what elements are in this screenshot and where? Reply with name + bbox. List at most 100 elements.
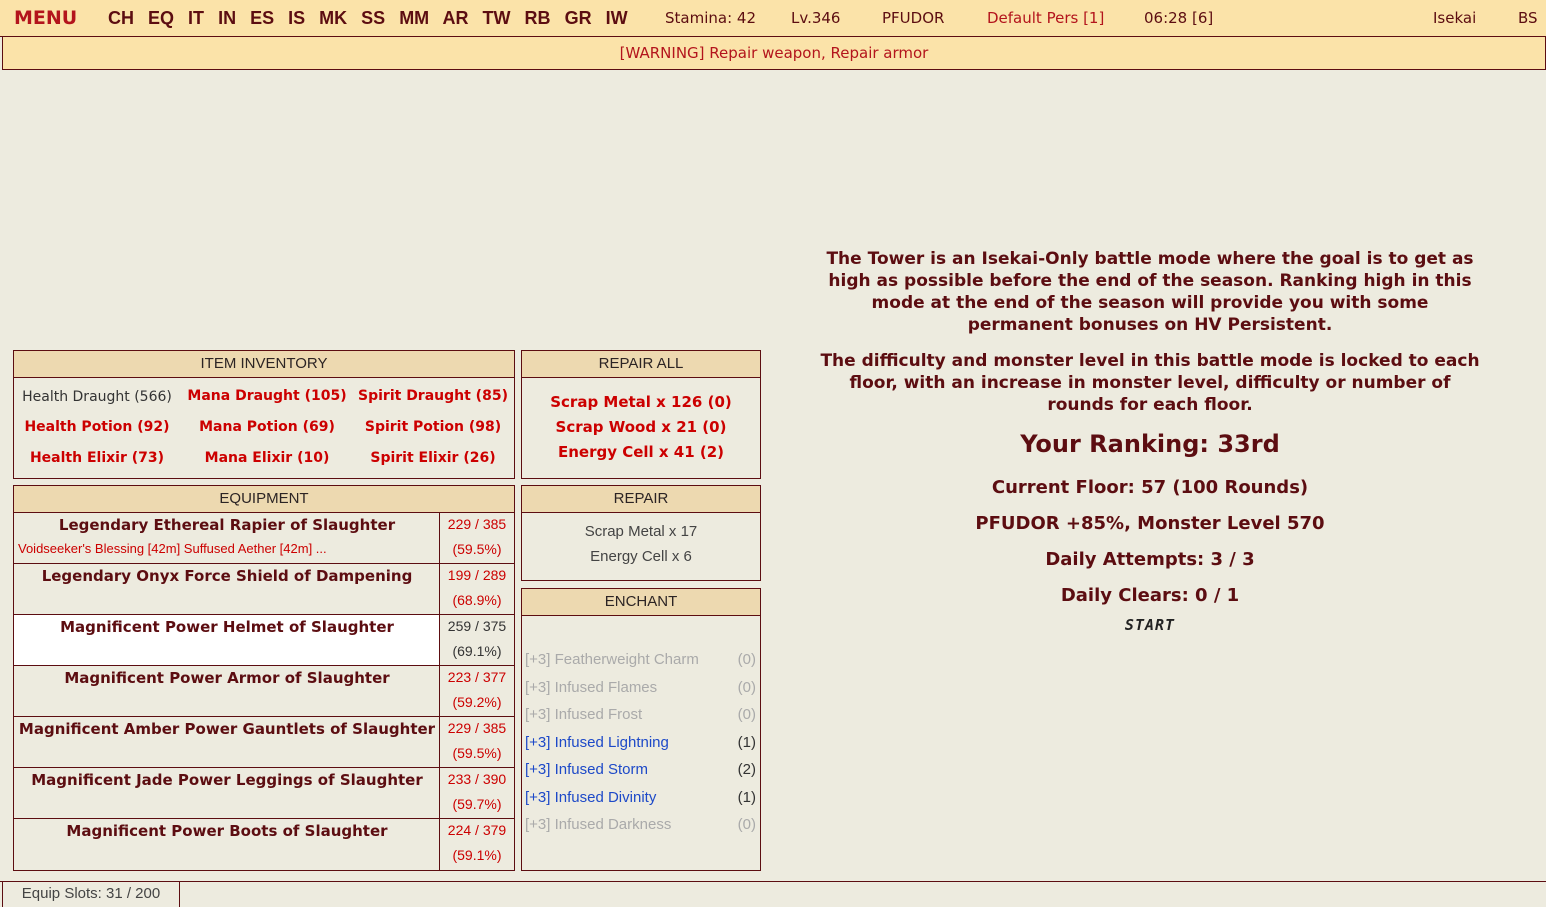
equipment-row[interactable]: Legendary Onyx Force Shield of Dampening… bbox=[14, 564, 514, 615]
enchant-title: ENCHANT bbox=[522, 589, 760, 616]
equipment-condition-percent: (59.1%) bbox=[452, 847, 502, 863]
equipment-row[interactable]: Magnificent Amber Power Gauntlets of Sla… bbox=[14, 717, 514, 768]
warning-banner: [WARNING] Repair weapon, Repair armor bbox=[2, 37, 1546, 70]
repair-all-panel[interactable]: REPAIR ALL Scrap Metal x 126 (0) Scrap W… bbox=[521, 350, 761, 479]
equipment-name: Legendary Onyx Force Shield of Dampening bbox=[41, 567, 413, 585]
enchant-option: [+3] Infused Flames (0) bbox=[522, 675, 760, 703]
equipment-condition-percent: (59.5%) bbox=[452, 541, 502, 557]
repair-panel[interactable]: REPAIR Scrap Metal x 17 Energy Cell x 6 bbox=[521, 485, 761, 581]
daily-attempts: Daily Attempts: 3 / 3 bbox=[1045, 549, 1255, 570]
inventory-item[interactable]: Mana Elixir (10) bbox=[184, 450, 350, 466]
repair-material: Scrap Metal x 17 bbox=[584, 523, 698, 540]
equipment-row[interactable]: Legendary Ethereal Rapier of Slaughter V… bbox=[14, 513, 514, 564]
nav-eq[interactable]: EQ bbox=[148, 8, 174, 28]
daily-clears: Daily Clears: 0 / 1 bbox=[1060, 585, 1240, 606]
enchant-option[interactable]: [+3] Infused Lightning (1) bbox=[522, 730, 760, 758]
equipment-name: Magnificent Power Boots of Slaughter bbox=[66, 822, 388, 840]
difficulty-selector[interactable]: PFUDOR bbox=[882, 0, 944, 37]
ranking-display: Your Ranking: 33rd bbox=[1020, 430, 1280, 458]
nav-ch[interactable]: CH bbox=[108, 8, 134, 28]
enchant-name[interactable]: [+3] Infused Storm bbox=[525, 761, 648, 778]
enchant-count: (1) bbox=[737, 788, 756, 806]
nav-gr[interactable]: GR bbox=[565, 8, 592, 28]
enchant-panel: ENCHANT [+3] Featherweight Charm (0) [+3… bbox=[521, 588, 761, 871]
equipment-condition-percent: (59.7%) bbox=[452, 796, 502, 812]
persona-selector[interactable]: Default Pers [1] bbox=[987, 0, 1104, 37]
nav-in[interactable]: IN bbox=[218, 8, 236, 28]
item-inventory-title: ITEM INVENTORY bbox=[14, 351, 514, 378]
nav-rb[interactable]: RB bbox=[525, 8, 551, 28]
enchant-count: (0) bbox=[737, 816, 756, 833]
nav-shortcuts: CH EQ IT IN ES IS MK SS MM AR TW RB GR I… bbox=[108, 0, 637, 37]
enchant-count: (0) bbox=[737, 678, 756, 696]
nav-mm[interactable]: MM bbox=[399, 8, 429, 28]
tower-info: The Tower is an Isekai-Only battle mode … bbox=[820, 248, 1480, 634]
equipment-name: Magnificent Amber Power Gauntlets of Sla… bbox=[18, 720, 436, 738]
clock-display: 06:28 [6] bbox=[1144, 9, 1214, 27]
equipment-name-cell: Magnificent Jade Power Leggings of Slaug… bbox=[14, 768, 440, 818]
equipment-condition: 233 / 390 bbox=[447, 771, 507, 787]
equipment-name: Legendary Ethereal Rapier of Slaughter bbox=[58, 516, 396, 534]
equipment-row-selected[interactable]: Magnificent Power Helmet of Slaughter 25… bbox=[14, 615, 514, 666]
nav-mk[interactable]: MK bbox=[319, 8, 347, 28]
inventory-item[interactable]: Health Potion (92) bbox=[14, 419, 180, 435]
enchant-name: [+3] Infused Flames bbox=[525, 678, 658, 696]
inventory-item[interactable]: Mana Potion (69) bbox=[184, 419, 350, 435]
equipment-name-cell: Magnificent Power Armor of Slaughter bbox=[14, 666, 440, 716]
nav-es[interactable]: ES bbox=[250, 8, 274, 28]
enchant-name[interactable]: [+3] Infused Lightning bbox=[525, 734, 669, 751]
repair-title[interactable]: REPAIR bbox=[522, 486, 760, 513]
inventory-item[interactable]: Mana Draught (105) bbox=[184, 388, 350, 404]
tower-description: The difficulty and monster level in this… bbox=[820, 351, 1480, 415]
status-bar: Equip Slots: 31 / 200 bbox=[0, 881, 1546, 907]
nav-is[interactable]: IS bbox=[288, 8, 305, 28]
world-switch-link[interactable]: Isekai bbox=[1433, 0, 1476, 37]
equipment-row[interactable]: Magnificent Power Armor of Slaughter 223… bbox=[14, 666, 514, 717]
equipment-name: Magnificent Jade Power Leggings of Slaug… bbox=[31, 771, 423, 789]
enchant-option[interactable]: [+3] Infused Divinity (1) bbox=[522, 785, 760, 813]
equipment-list: Legendary Ethereal Rapier of Slaughter V… bbox=[14, 513, 514, 870]
top-menu-bar: MENU CH EQ IT IN ES IS MK SS MM AR TW RB… bbox=[0, 0, 1546, 37]
nav-iw[interactable]: IW bbox=[606, 8, 628, 28]
inventory-item[interactable]: Health Draught (566) bbox=[14, 389, 180, 405]
equipment-name-cell: Magnificent Amber Power Gauntlets of Sla… bbox=[14, 717, 440, 767]
repair-all-material: Scrap Metal x 126 (0) bbox=[550, 393, 732, 411]
equipment-condition: 224 / 379 bbox=[447, 822, 507, 838]
equipment-condition-percent: (69.1%) bbox=[452, 643, 502, 659]
nav-ss[interactable]: SS bbox=[361, 8, 385, 28]
equipment-condition: 199 / 289 bbox=[447, 567, 507, 583]
equipment-name-cell: Legendary Ethereal Rapier of Slaughter V… bbox=[14, 513, 440, 563]
equipment-row[interactable]: Magnificent Power Boots of Slaughter 224… bbox=[14, 819, 514, 870]
enchant-option[interactable]: [+3] Infused Storm (2) bbox=[522, 757, 760, 785]
enchant-count: (0) bbox=[737, 651, 756, 668]
nav-ar[interactable]: AR bbox=[443, 8, 469, 28]
enchant-option: [+3] Infused Darkness (0) bbox=[522, 812, 760, 840]
enchant-name: [+3] Infused Frost bbox=[525, 706, 643, 723]
equipment-condition-percent: (59.2%) bbox=[452, 694, 502, 710]
inventory-item[interactable]: Health Elixir (73) bbox=[14, 450, 180, 466]
enchant-name: [+3] Infused Darkness bbox=[525, 816, 672, 833]
equipment-title: EQUIPMENT bbox=[14, 486, 514, 513]
equipment-condition: 229 / 385 bbox=[447, 516, 507, 532]
inventory-item[interactable]: Spirit Potion (98) bbox=[350, 419, 516, 435]
inventory-item[interactable]: Spirit Elixir (26) bbox=[350, 450, 516, 466]
equip-slots-counter: Equip Slots: 31 / 200 bbox=[2, 882, 180, 907]
menu-link[interactable]: MENU bbox=[14, 0, 77, 37]
enchant-count: (2) bbox=[737, 761, 756, 778]
start-button[interactable]: START bbox=[1125, 616, 1175, 634]
enchant-name[interactable]: [+3] Infused Divinity bbox=[525, 789, 656, 806]
equipment-condition-percent: (59.5%) bbox=[452, 745, 502, 761]
equipment-condition: 223 / 377 bbox=[447, 669, 507, 685]
equipment-condition-percent: (68.9%) bbox=[452, 592, 502, 608]
repair-all-title[interactable]: REPAIR ALL bbox=[522, 351, 760, 378]
tower-description: The Tower is an Isekai-Only battle mode … bbox=[826, 249, 1474, 335]
enchant-count: (1) bbox=[737, 733, 756, 751]
enchant-count: (0) bbox=[737, 706, 756, 723]
bs-link[interactable]: BS bbox=[1518, 0, 1538, 37]
inventory-grid: Health Draught (566) Mana Draught (105) … bbox=[14, 378, 514, 479]
nav-tw[interactable]: TW bbox=[483, 8, 511, 28]
equipment-row[interactable]: Magnificent Jade Power Leggings of Slaug… bbox=[14, 768, 514, 819]
nav-it[interactable]: IT bbox=[188, 8, 204, 28]
equipment-name: Magnificent Power Helmet of Slaughter bbox=[60, 618, 394, 636]
inventory-item[interactable]: Spirit Draught (85) bbox=[350, 388, 516, 404]
